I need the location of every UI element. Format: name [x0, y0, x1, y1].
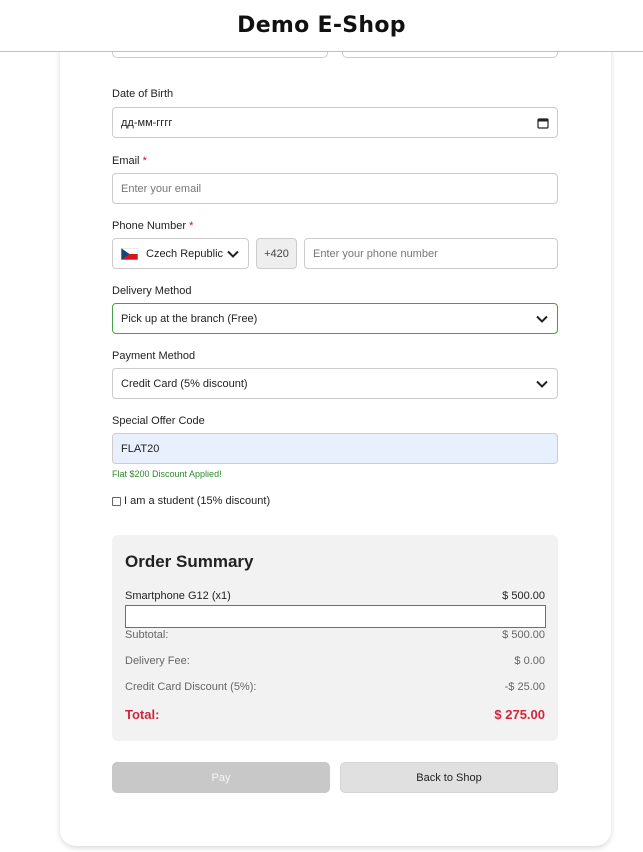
student-checkbox[interactable] — [112, 496, 121, 506]
czech-flag-icon — [121, 247, 138, 260]
back-to-shop-button[interactable]: Back to Shop — [340, 762, 558, 793]
summary-item-price: $ 500.00 — [502, 590, 545, 602]
payment-value: Credit Card (5% discount) — [121, 377, 248, 390]
calendar-icon[interactable] — [537, 117, 549, 129]
summary-subtotal-row: Subtotal: $ 500.00 — [125, 629, 545, 641]
phone-placeholder: Enter your phone number — [313, 247, 438, 260]
summary-delivery-row: Delivery Fee: $ 0.00 — [125, 655, 545, 667]
phone-required-mark: * — [189, 220, 194, 232]
delivery-fee-label: Delivery Fee: — [125, 655, 190, 667]
dob-value: дд-мм-гггг — [121, 116, 173, 129]
subtotal-value: $ 500.00 — [502, 629, 545, 641]
discount-label: Credit Card Discount (5%): — [125, 681, 257, 693]
student-checkbox-row[interactable]: I am a student (15% discount) — [112, 495, 270, 507]
email-label: Email * — [112, 155, 147, 167]
country-name: Czech Republic — [146, 247, 224, 260]
summary-item-name: Smartphone G12 (x1) — [125, 590, 231, 602]
delivery-select[interactable]: Pick up at the branch (Free) — [112, 303, 558, 334]
email-label-text: Email — [112, 155, 140, 167]
email-placeholder: Enter your email — [121, 182, 202, 195]
student-checkbox-label: I am a student (15% discount) — [124, 495, 271, 507]
highlighted-empty-row — [125, 605, 546, 628]
phone-label: Phone Number * — [112, 220, 193, 232]
delivery-label: Delivery Method — [112, 285, 192, 297]
order-summary-title: Order Summary — [125, 552, 254, 571]
delivery-fee-value: $ 0.00 — [514, 655, 545, 667]
summary-total-row: Total: $ 275.00 — [125, 707, 545, 722]
email-input[interactable]: Enter your email — [112, 173, 558, 204]
offer-code-input[interactable]: FLAT20 — [112, 433, 558, 464]
payment-select[interactable]: Credit Card (5% discount) — [112, 368, 558, 399]
chevron-down-icon — [536, 315, 548, 323]
top-bar: Demo E-Shop — [0, 0, 643, 52]
offer-success-message: Flat $200 Discount Applied! — [112, 469, 222, 479]
phone-input[interactable]: Enter your phone number — [304, 238, 558, 269]
country-selected: Czech Republic — [121, 247, 224, 260]
offer-code-value: FLAT20 — [121, 442, 160, 455]
phone-prefix: +420 — [256, 238, 297, 269]
shop-title: Demo E-Shop — [237, 13, 406, 38]
phone-label-text: Phone Number — [112, 220, 186, 232]
payment-label: Payment Method — [112, 350, 196, 362]
chevron-down-icon — [227, 250, 239, 258]
subtotal-label: Subtotal: — [125, 629, 169, 641]
pay-button[interactable]: Pay — [112, 762, 330, 793]
offer-label: Special Offer Code — [112, 415, 205, 427]
order-summary: Order Summary Smartphone G12 (x1) $ 500.… — [112, 535, 558, 741]
total-label: Total: — [125, 707, 160, 722]
discount-value: -$ 25.00 — [504, 681, 545, 693]
chevron-down-icon — [536, 380, 548, 388]
summary-item-row: Smartphone G12 (x1) $ 500.00 — [125, 590, 545, 602]
email-required-mark: * — [142, 155, 147, 167]
total-value: $ 275.00 — [494, 707, 545, 722]
dob-input[interactable]: дд-мм-гггг — [112, 107, 558, 138]
country-select[interactable]: Czech Republic — [112, 238, 249, 269]
summary-discount-row: Credit Card Discount (5%): -$ 25.00 — [125, 681, 545, 693]
delivery-value: Pick up at the branch (Free) — [121, 312, 258, 325]
dob-label: Date of Birth — [112, 88, 174, 100]
